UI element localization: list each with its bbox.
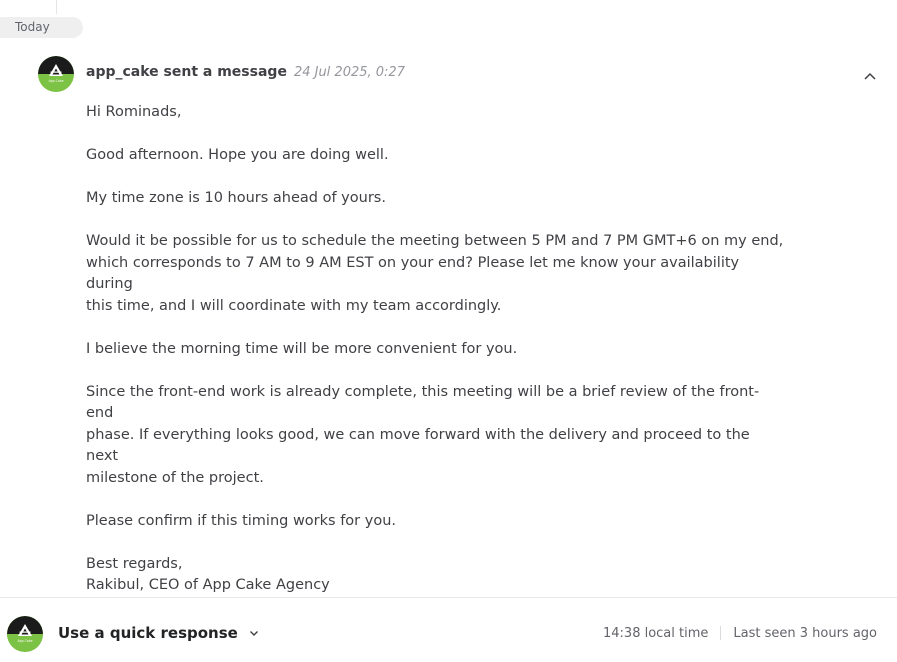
- message-paragraph: Would it be possible for us to schedule …: [86, 233, 784, 314]
- message-paragraph: Hi Rominads,: [86, 104, 182, 120]
- message-paragraph: Please confirm if this timing works for …: [86, 512, 397, 529]
- collapse-message-button[interactable]: [862, 69, 878, 85]
- reply-footer: App Cake Use a quick response 14:38 loca…: [0, 598, 897, 662]
- message-paragraph: I believe the morning time will be more …: [86, 340, 518, 357]
- status-separator: [720, 626, 722, 640]
- quick-response-dropdown[interactable]: Use a quick response: [58, 622, 260, 644]
- sender-name: app_cake sent a message: [86, 64, 287, 80]
- message-timestamp: 24 Jul 2025, 0:27: [293, 65, 405, 80]
- contact-status: 14:38 local time Last seen 3 hours ago: [603, 624, 877, 642]
- svg-text:App Cake: App Cake: [48, 79, 63, 83]
- chevron-up-icon: [864, 72, 876, 80]
- local-time: 14:38 local time: [603, 625, 709, 641]
- app-cake-logo-icon: App Cake: [7, 616, 43, 652]
- day-separator-badge: Today: [0, 17, 83, 38]
- user-avatar[interactable]: App Cake: [7, 616, 43, 652]
- quick-response-label: Use a quick response: [58, 624, 238, 642]
- message-paragraph: Good afternoon. Hope you are doing well.: [86, 147, 389, 163]
- message-body: Hi Rominads, Good afternoon. Hope you ar…: [86, 102, 786, 618]
- chevron-down-icon: [249, 631, 258, 636]
- svg-text:App Cake: App Cake: [17, 639, 32, 643]
- message-paragraph: Since the front-end work is already comp…: [86, 383, 760, 486]
- message-signature: Best regards, Rakibul, CEO of App Cake A…: [86, 555, 330, 594]
- message-paragraph: My time zone is 10 hours ahead of yours.: [86, 190, 386, 206]
- conversation-view: Today App Cake app_cake sent a message 2…: [0, 0, 897, 662]
- timeline-line: [56, 0, 57, 14]
- sender-avatar[interactable]: App Cake: [38, 56, 74, 92]
- message-header: app_cake sent a message 24 Jul 2025, 0:2…: [86, 64, 405, 84]
- app-cake-logo-icon: App Cake: [38, 56, 74, 92]
- last-seen: Last seen 3 hours ago: [733, 625, 877, 641]
